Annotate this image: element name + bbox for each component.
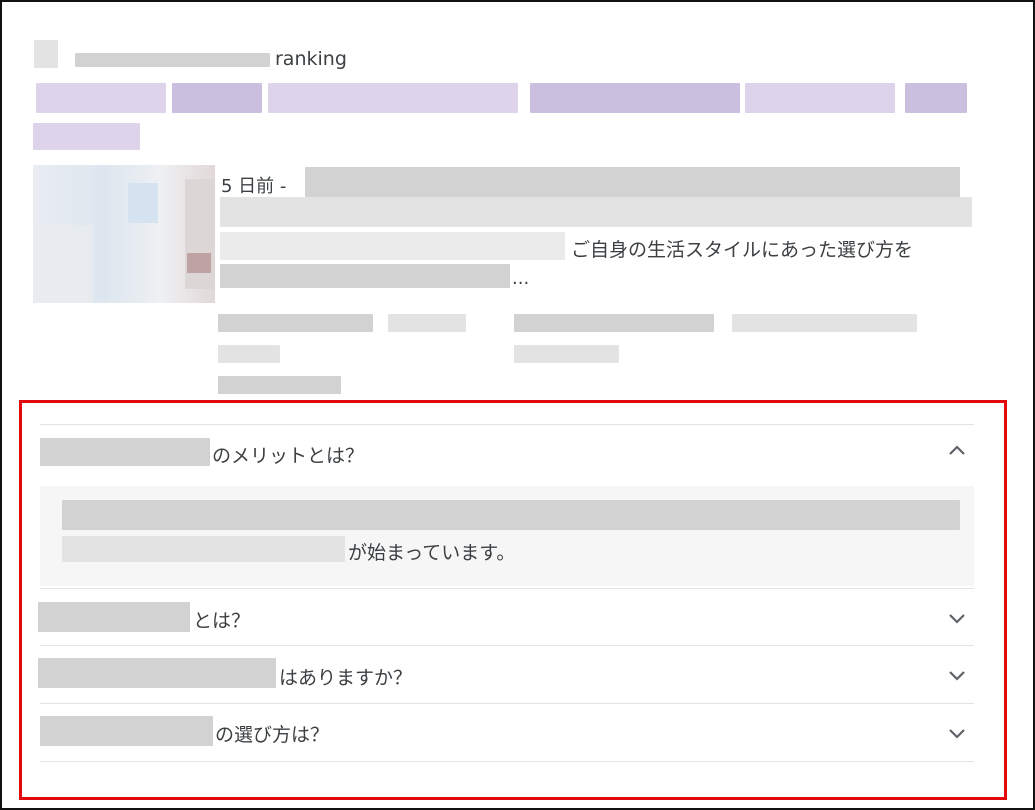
faq-question-text: はありますか？ [279,667,413,689]
chevron-up-icon[interactable] [946,440,968,462]
chevron-down-icon[interactable] [946,607,968,629]
faq-question-blur [38,658,276,688]
faq-question-text: のメリットとは？ [212,445,365,467]
snippet-blur-line1 [305,167,960,197]
faq-divider [40,703,974,704]
faq-answer-blur-line2 [62,536,345,562]
site-breadcrumb-blur [75,53,270,67]
faq-divider [40,645,974,646]
chevron-down-icon[interactable] [946,664,968,686]
result-thumbnail[interactable] [33,165,215,303]
faq-question-blur [40,438,210,466]
faq-answer-blur-line1 [62,500,960,530]
sitelink[interactable] [218,345,280,363]
sitelink[interactable] [732,314,917,332]
site-breadcrumb-suffix: ranking [275,48,347,70]
sitelink[interactable] [218,314,373,332]
sitelink[interactable] [218,376,341,394]
site-favicon [34,40,58,68]
faq-question-text: とは？ [193,610,251,632]
snippet-blur-line2 [220,197,972,227]
sitelink[interactable] [514,314,714,332]
faq-divider [40,761,974,762]
snippet-blur-line3 [220,232,565,260]
faq-divider [40,588,974,589]
faq-question-text: の選び方は？ [215,724,330,746]
sitelink[interactable] [514,345,619,363]
faq-question-blur [38,602,190,632]
snippet-blur-line4 [220,264,510,288]
faq-divider [40,424,974,425]
faq-answer: が始まっています。 [40,486,974,586]
result-date: 5 日前 - [221,176,287,197]
chevron-down-icon[interactable] [946,722,968,744]
sitelink[interactable] [388,314,466,332]
faq-question-blur [40,716,213,746]
snippet-visible-text: ご自身の生活スタイルにあった選び方を [571,239,914,261]
snippet-ellipsis: ... [512,268,530,289]
faq-answer-text: が始まっています。 [348,542,516,564]
